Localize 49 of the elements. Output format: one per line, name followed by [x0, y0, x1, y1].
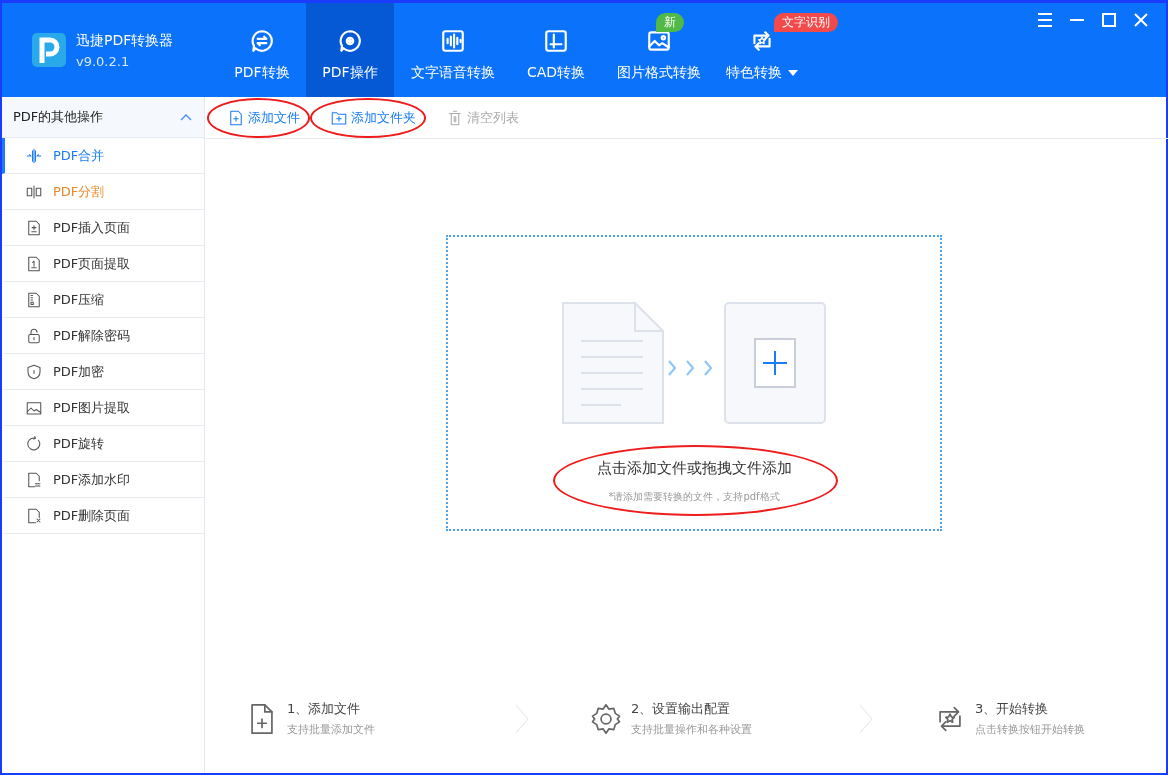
padlock-icon	[25, 326, 43, 345]
merge-arrows-icon	[25, 146, 43, 165]
drop-zone-title: 点击添加文件或拖拽文件添加	[596, 459, 792, 478]
image-icon	[646, 28, 672, 54]
close-button[interactable]	[1132, 11, 1150, 29]
file-wave-icon	[25, 470, 43, 489]
chevron-icon	[515, 703, 529, 734]
step-description: 支持批量操作和各种设置	[631, 722, 752, 737]
app-name: 迅捷PDF转换器	[76, 31, 174, 50]
gear-bubble-icon	[337, 28, 363, 54]
drop-zone-hint: *请添加需要转换的文件，支持pdf格式	[608, 490, 780, 504]
sidebar-section-header[interactable]: PDF的其他操作	[2, 97, 204, 138]
chevron-icon	[859, 703, 873, 734]
step-title: 2、设置输出配置	[631, 700, 732, 718]
gear-icon	[589, 701, 623, 736]
nav-badge: 文字识别	[774, 13, 838, 32]
file-cross-icon	[25, 506, 43, 525]
sidebar-item[interactable]: PDF合并	[2, 138, 204, 174]
step-description: 支持批量添加文件	[287, 722, 375, 737]
trash-icon	[446, 108, 464, 127]
close-icon	[1132, 11, 1150, 29]
menu-button[interactable]	[1036, 11, 1054, 29]
chevron-icon	[180, 113, 192, 121]
step-title: 3、开始转换	[975, 700, 1050, 718]
file-plus-icon	[25, 218, 43, 237]
minimize-icon	[1070, 19, 1084, 21]
drop-zone[interactable]: 点击添加文件或拖拽文件添加 *请添加需要转换的文件，支持pdf格式	[446, 235, 942, 531]
nav-tab[interactable]: 文字语音转换	[394, 3, 512, 97]
arrows-bubble-icon	[249, 28, 275, 54]
nav-tab[interactable]: CAD转换	[512, 3, 600, 97]
maximize-icon	[1100, 11, 1118, 29]
rotate-icon	[25, 434, 43, 453]
step-description: 点击转换按钮开始转换	[975, 722, 1085, 737]
menu-icon	[1036, 11, 1054, 29]
zip-file-icon	[25, 290, 43, 309]
step-title: 1、添加文件	[287, 700, 362, 718]
file-plus-icon	[227, 108, 245, 127]
maximize-button[interactable]	[1100, 11, 1118, 29]
app-logo	[32, 33, 66, 67]
file-upload-icon	[25, 254, 43, 273]
sound-wave-icon	[440, 28, 466, 54]
app-version: v9.0.2.1	[76, 53, 131, 69]
toolbar-button[interactable]: 添加文件夹	[330, 108, 416, 127]
shield-icon	[25, 362, 43, 381]
nav-badge: 新	[656, 13, 684, 32]
nav-tab[interactable]: PDF操作	[306, 3, 394, 97]
drafting-icon	[543, 28, 569, 54]
nav-tab[interactable]: PDF转换	[218, 3, 306, 97]
toolbar-button[interactable]: 添加文件	[227, 108, 300, 127]
